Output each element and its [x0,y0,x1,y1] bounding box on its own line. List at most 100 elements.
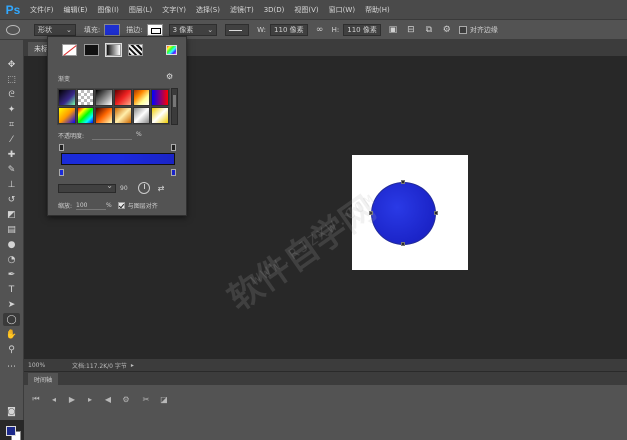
stroke-color-swatch[interactable] [146,23,163,36]
no-fill-button[interactable] [62,44,77,56]
foreground-color-swatch[interactable] [6,426,16,436]
zoom-level-field[interactable]: 100% [24,362,48,369]
menu-type[interactable]: 文字(Y) [162,5,186,15]
eyedropper-tool-icon[interactable]: ⁄ [3,133,20,146]
align-with-layer-checkbox[interactable] [117,202,125,209]
zoom-tool-icon[interactable]: ⚲ [3,343,20,356]
path-selection-tool-icon[interactable]: ➤ [3,298,20,311]
previous-frame-icon[interactable]: ◂ [48,393,60,405]
menu-select[interactable]: 选择(S) [196,5,220,15]
gradient-preset-swatch[interactable] [132,107,151,124]
timeline-settings-icon[interactable]: ⚙ [120,393,132,405]
gradient-style-select[interactable] [58,181,116,193]
path-operations-icon[interactable]: ▣ [387,24,399,36]
anchor-point-top[interactable] [401,180,405,184]
gradient-presets-scrollbar[interactable] [171,88,178,125]
healing-brush-tool-icon[interactable]: ✚ [3,148,20,161]
hand-tool-icon[interactable]: ✋ [3,328,20,341]
type-tool-icon[interactable]: T [3,283,20,296]
link-icon[interactable]: ∞ [314,24,326,36]
fill-color-swatch[interactable] [104,23,121,36]
menu-filter[interactable]: 滤镜(T) [230,5,254,15]
color-stop-right[interactable] [171,169,176,176]
gradient-preset-swatch[interactable] [76,107,95,124]
opacity-stop-right[interactable] [171,144,176,151]
split-icon[interactable]: ✂ [140,393,152,405]
gradient-preset-swatch[interactable] [151,89,169,106]
magic-wand-tool-icon[interactable]: ✦ [3,103,20,116]
reverse-gradient-icon[interactable]: ⇄ [158,184,165,193]
menu-help[interactable]: 帮助(H) [365,5,390,15]
go-to-first-frame-icon[interactable]: ⏮ [30,393,42,405]
menu-image[interactable]: 图像(I) [97,5,119,15]
eraser-tool-icon[interactable]: ◩ [3,208,20,221]
solid-fill-button[interactable] [84,44,99,56]
color-stop-left[interactable] [59,169,64,176]
opacity-input[interactable] [92,131,133,140]
path-alignment-icon[interactable]: ⊟ [405,24,417,36]
path-arrangement-icon[interactable]: ⧉ [423,24,435,36]
gradient-fill-button[interactable] [105,43,122,57]
color-picker-icon[interactable] [166,45,177,55]
angle-dial-icon[interactable] [137,182,150,194]
gradient-preset-swatch[interactable] [95,89,113,106]
height-input[interactable]: 110 像素 [343,23,381,36]
dodge-tool-icon[interactable]: ◔ [3,253,20,266]
audio-icon[interactable]: ◀ [102,393,114,405]
gear-icon[interactable]: ⚙ [166,72,173,81]
pattern-fill-button[interactable] [128,44,143,56]
gradient-preset-swatch[interactable] [58,89,76,106]
anchor-point-right[interactable] [434,211,438,215]
opacity-stop-left[interactable] [59,144,64,151]
document-canvas[interactable] [352,155,468,270]
ellipse-tool-preset-icon[interactable] [6,24,20,35]
gradient-tool-icon[interactable]: ▤ [3,223,20,236]
menu-file[interactable]: 文件(F) [30,5,54,15]
gradient-preview-bar[interactable] [61,153,175,165]
align-edges-checkbox[interactable] [458,25,467,34]
menu-view[interactable]: 视图(V) [294,5,318,15]
more-tools-icon[interactable]: ⋯ [3,360,20,373]
gradient-preset-swatch[interactable] [76,89,95,106]
angle-value[interactable]: 90 [120,185,128,192]
tool-mode-select[interactable]: 形状 ⌄ [34,23,76,36]
ellipse-tool-icon[interactable]: ◯ [3,313,20,326]
gradient-preset-swatch[interactable] [113,89,132,106]
marquee-tool-icon[interactable]: ⬚ [3,73,20,86]
opacity-unit: % [136,131,142,138]
menu-window[interactable]: 窗口(W) [329,5,355,15]
brush-tool-icon[interactable]: ✎ [3,163,20,176]
history-brush-tool-icon[interactable]: ↺ [3,193,20,206]
anchor-point-left[interactable] [369,211,373,215]
anchor-point-bottom[interactable] [401,242,405,246]
width-input[interactable]: 110 像素 [270,23,308,36]
blur-tool-icon[interactable]: ● [3,238,20,251]
gradient-preset-swatch[interactable] [95,107,113,124]
gradient-preset-swatch[interactable] [58,107,76,124]
align-with-layer-label: 与图层对齐 [127,203,158,210]
stroke-label: 描边: [126,25,143,34]
quick-mask-icon[interactable]: ◙ [3,405,20,418]
play-icon[interactable]: ▶ [66,393,78,405]
lasso-tool-icon[interactable]: ᘓ [3,88,20,101]
menu-edit[interactable]: 编辑(E) [64,5,88,15]
clone-stamp-tool-icon[interactable]: ⊥ [3,178,20,191]
status-menu-arrow-icon[interactable]: ▸ [131,362,134,369]
stroke-width-select[interactable]: 3 像素 ⌄ [168,23,218,36]
pen-tool-icon[interactable]: ✒ [3,268,20,281]
gradient-preset-swatch[interactable] [113,107,132,124]
opacity-row: 不透明度: % [58,131,178,140]
photoshop-logo: Ps [5,2,21,17]
scale-input[interactable]: 100 [76,202,107,210]
next-frame-icon[interactable]: ▸ [84,393,96,405]
menu-3d[interactable]: 3D(D) [264,6,285,14]
crop-tool-icon[interactable]: ⌗ [3,118,20,131]
gradient-preset-swatch[interactable] [151,107,169,124]
gear-icon[interactable]: ⚙ [441,24,453,36]
stroke-type-select[interactable] [225,23,250,36]
move-tool-icon[interactable]: ✥ [3,58,20,71]
transition-icon[interactable]: ◪ [158,393,170,405]
menu-layer[interactable]: 图层(L) [129,5,152,15]
gradient-preset-swatch[interactable] [132,89,151,106]
ellipse-shape-layer[interactable] [371,182,436,245]
